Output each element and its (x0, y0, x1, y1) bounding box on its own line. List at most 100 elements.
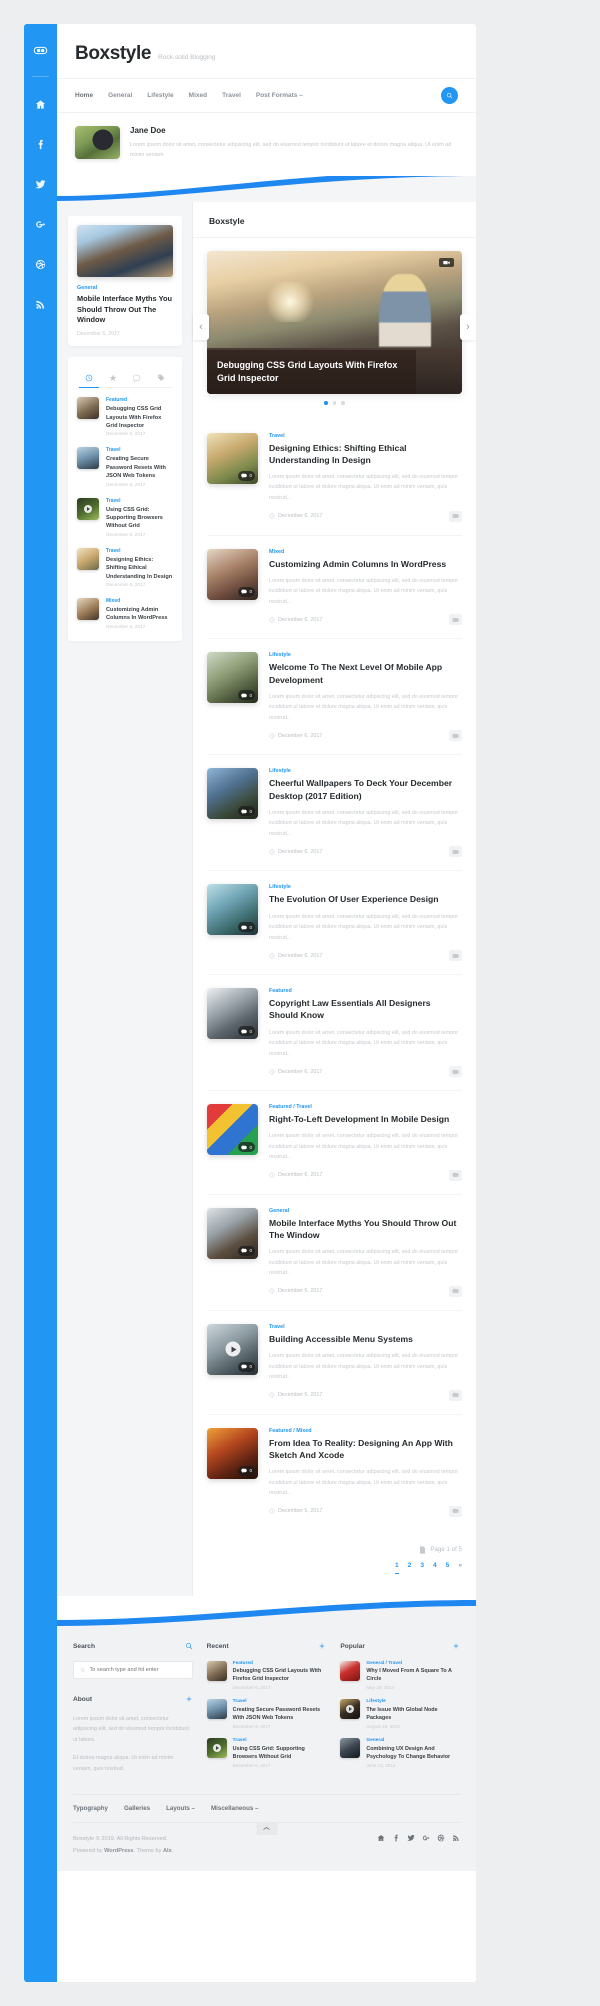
wordpress-link[interactable]: WordPress (104, 1848, 133, 1854)
post-comment-button[interactable] (449, 1505, 462, 1517)
post-thumbnail[interactable]: 0 (207, 988, 258, 1040)
list-item-title[interactable]: Using CSS Grid: Supporting Browsers With… (106, 506, 173, 531)
footer-nav-miscellaneous[interactable]: Miscellaneous – (211, 1805, 258, 1812)
slider-dot[interactable] (332, 401, 337, 405)
list-item-title[interactable]: Designing Ethics: Shifting Ethical Under… (106, 556, 173, 581)
post-title[interactable]: Copyright Law Essentials All Designers S… (269, 997, 462, 1021)
list-item-title[interactable]: Why I Moved From A Square To A Circle (366, 1667, 460, 1683)
post-comment-button[interactable] (449, 1389, 462, 1401)
pagination-page-4[interactable]: 4 (433, 1562, 437, 1574)
post-thumbnail[interactable]: 0 (207, 1323, 258, 1375)
post-title[interactable]: Building Accessible Menu Systems (269, 1333, 462, 1345)
dribbble-icon[interactable] (437, 1834, 445, 1842)
list-item-category[interactable]: Featured (233, 1661, 327, 1666)
plus-icon[interactable] (318, 1642, 326, 1652)
post-comment-button[interactable] (449, 1066, 462, 1078)
post-title[interactable]: Welcome To The Next Level Of Mobile App … (269, 661, 462, 685)
post-comment-button[interactable] (449, 730, 462, 742)
list-item-category[interactable]: Travel (106, 447, 173, 453)
list-item-category[interactable]: Lifestyle (366, 1699, 460, 1704)
post-thumbnail[interactable]: 0 (207, 768, 258, 820)
nav-item-home[interactable]: Home (75, 92, 93, 99)
pagination-page-3[interactable]: 3 (420, 1562, 424, 1574)
post-thumbnail[interactable]: 0 (207, 1104, 258, 1156)
list-item-category[interactable]: Travel (106, 498, 173, 504)
pagination-next[interactable]: » (458, 1562, 462, 1574)
twitter-icon[interactable] (407, 1834, 415, 1842)
list-item[interactable]: Lifestyle The Issue With Global Node Pac… (340, 1699, 460, 1729)
list-item[interactable]: Travel Creating Secure Password Resets W… (206, 1699, 327, 1729)
post-category[interactable]: Travel (269, 1324, 462, 1330)
post-comment-button[interactable] (449, 950, 462, 962)
tab-popular[interactable] (101, 368, 125, 387)
scroll-to-top-button[interactable] (256, 1822, 277, 1836)
post-category[interactable]: Lifestyle (269, 884, 462, 890)
author-name[interactable]: Jane Doe (130, 126, 458, 135)
post-category[interactable]: Featured / Mixed (269, 1428, 462, 1434)
google-plus-icon[interactable] (24, 209, 57, 239)
list-item[interactable]: Travel Designing Ethics: Shifting Ethica… (77, 547, 173, 588)
post-thumbnail[interactable]: 0 (207, 652, 258, 704)
list-item-category[interactable]: Travel (106, 548, 173, 554)
list-item[interactable]: Travel Using CSS Grid: Supporting Browse… (77, 497, 173, 538)
featured-post-title[interactable]: Mobile Interface Myths You Should Throw … (77, 294, 173, 326)
tab-recent[interactable] (77, 368, 101, 389)
list-item[interactable]: Travel Using CSS Grid: Supporting Browse… (206, 1738, 327, 1768)
pagination-page-1[interactable]: 1 (394, 1562, 399, 1574)
footer-nav-layouts[interactable]: Layouts – (166, 1805, 195, 1812)
post-title[interactable]: Cheerful Wallpapers To Deck Your Decembe… (269, 777, 462, 801)
search-icon[interactable] (185, 1642, 193, 1652)
nav-item-travel[interactable]: Travel (222, 92, 241, 99)
play-icon[interactable] (225, 1341, 240, 1357)
search-input[interactable] (89, 1666, 186, 1673)
slider-dot[interactable] (341, 401, 345, 405)
post-title[interactable]: Right-To-Left Development In Mobile Desi… (269, 1113, 462, 1125)
post-comment-button[interactable] (449, 846, 462, 858)
post-category[interactable]: General (269, 1208, 462, 1214)
post-title[interactable]: From Idea To Reality: Designing An App W… (269, 1437, 462, 1461)
nav-item-general[interactable]: General (108, 92, 132, 99)
list-item[interactable]: General / Travel Why I Moved From A Squa… (340, 1660, 460, 1690)
post-title[interactable]: Customizing Admin Columns In WordPress (269, 558, 462, 570)
featured-post-thumbnail[interactable] (77, 225, 173, 277)
post-comment-button[interactable] (449, 1285, 462, 1297)
pagination-page-5[interactable]: 5 (446, 1562, 450, 1574)
pagination-page-2[interactable]: 2 (408, 1562, 412, 1574)
twitter-icon[interactable] (24, 169, 57, 199)
footer-nav-galleries[interactable]: Galleries (124, 1805, 150, 1812)
post-thumbnail[interactable]: 0 (207, 1427, 258, 1479)
post-category[interactable]: Featured (269, 988, 462, 994)
post-category[interactable]: Travel (269, 433, 462, 439)
post-category[interactable]: Mixed (269, 549, 462, 555)
post-thumbnail[interactable]: 0 (207, 884, 258, 936)
list-item-category[interactable]: Travel (233, 1699, 327, 1704)
list-item-category[interactable]: Travel (233, 1738, 327, 1743)
list-item-title[interactable]: Combining UX Design And Psychology To Ch… (366, 1745, 460, 1761)
slider-next-button[interactable]: › (460, 314, 476, 341)
list-item-title[interactable]: Creating Secure Password Resets With JSO… (106, 455, 173, 480)
post-thumbnail[interactable]: 0 (207, 1207, 258, 1259)
nav-item-lifestyle[interactable]: Lifestyle (147, 92, 173, 99)
nav-item-post-formats[interactable]: Post Formats – (256, 92, 303, 99)
list-item-title[interactable]: Debugging CSS Grid Layouts With Firefox … (106, 405, 173, 430)
post-title[interactable]: Mobile Interface Myths You Should Throw … (269, 1217, 462, 1241)
list-item-title[interactable]: Using CSS Grid: Supporting Browsers With… (233, 1745, 327, 1761)
list-item[interactable]: Featured Debugging CSS Grid Layouts With… (206, 1660, 327, 1690)
post-title[interactable]: The Evolution Of User Experience Design (269, 893, 462, 905)
google-plus-icon[interactable] (422, 1834, 430, 1842)
list-item-title[interactable]: Debugging CSS Grid Layouts With Firefox … (233, 1667, 327, 1683)
rss-icon[interactable] (24, 289, 57, 319)
search-field-wrapper[interactable] (73, 1660, 193, 1679)
post-comment-button[interactable] (449, 1169, 462, 1181)
list-item-category[interactable]: General (366, 1738, 460, 1743)
theme-author-link[interactable]: Alx (163, 1848, 172, 1854)
list-item[interactable]: Travel Creating Secure Password Resets W… (77, 447, 173, 488)
hero-title[interactable]: Debugging CSS Grid Layouts With Firefox … (217, 359, 406, 384)
list-item-category[interactable]: General / Travel (366, 1661, 460, 1666)
list-item-title[interactable]: Customizing Admin Columns In WordPress (106, 606, 173, 623)
post-comment-button[interactable] (449, 510, 462, 522)
footer-nav-typography[interactable]: Typography (73, 1805, 108, 1812)
rss-icon[interactable] (452, 1834, 460, 1842)
list-item-category[interactable]: Mixed (106, 598, 173, 604)
home-icon[interactable] (24, 89, 57, 119)
